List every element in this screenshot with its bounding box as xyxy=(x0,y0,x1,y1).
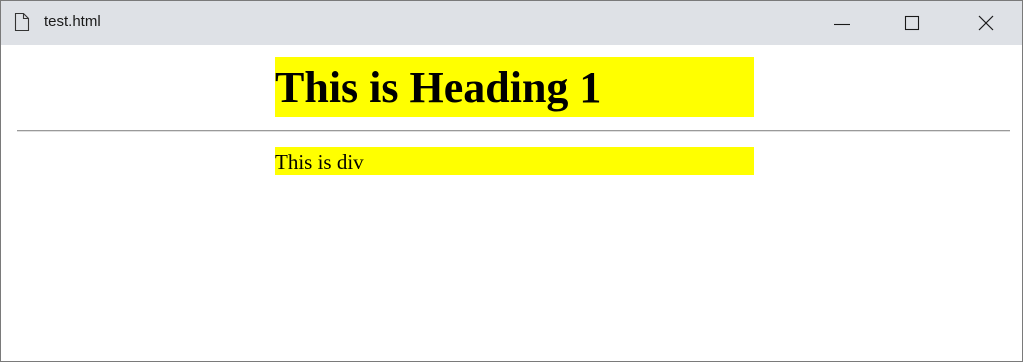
close-button[interactable] xyxy=(963,1,1009,45)
maximize-button[interactable] xyxy=(889,1,935,45)
horizontal-rule xyxy=(17,130,1010,132)
minimize-icon xyxy=(834,23,850,26)
page-content: This is Heading 1 This is div xyxy=(1,45,1022,361)
window-title: test.html xyxy=(44,13,101,30)
minimize-button[interactable] xyxy=(819,1,865,45)
page-heading: This is Heading 1 xyxy=(275,57,754,117)
maximize-icon xyxy=(904,15,920,31)
close-icon xyxy=(978,15,994,31)
document-icon xyxy=(13,12,31,32)
browser-window: test.html This is Heading 1 This is div xyxy=(0,0,1023,362)
title-bar[interactable]: test.html xyxy=(1,1,1022,45)
div-text: This is div xyxy=(275,147,754,175)
